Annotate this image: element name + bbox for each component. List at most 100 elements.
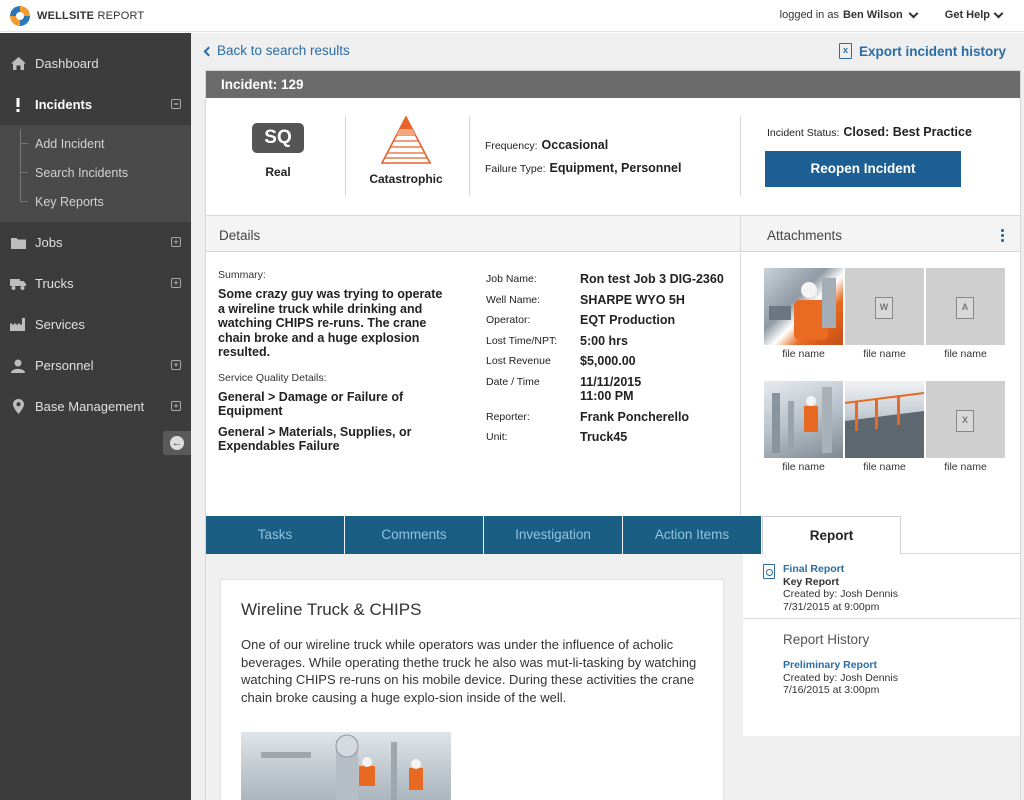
status-value: Closed: Best Practice (843, 125, 972, 139)
final-report-entry: Final Report Key Report Created by: Josh… (783, 563, 898, 613)
photo-plant-icon (772, 387, 832, 453)
attachment-thumbnail[interactable]: X (926, 381, 1005, 458)
chevron-down-icon[interactable] (908, 8, 919, 18)
user-menu[interactable]: Ben Wilson (843, 9, 903, 21)
collapse-sidebar-button[interactable]: ← (163, 431, 191, 455)
severity-indicator: Catastrophic (361, 116, 451, 186)
main-content: Back to search results x Export incident… (191, 33, 1024, 800)
expand-plus-icon[interactable]: + (171, 401, 181, 411)
divider (345, 116, 346, 196)
expand-plus-icon[interactable]: + (171, 278, 181, 288)
status-label: Incident Status: (767, 127, 840, 139)
created-date: 7/16/2015 at 3:00pm (783, 684, 880, 696)
report-area: Wireline Truck & CHIPS One of our wireli… (206, 554, 1020, 800)
tab-report[interactable]: Report (762, 516, 901, 555)
photo-worker-icon (769, 278, 836, 340)
report-card: Wireline Truck & CHIPS One of our wireli… (220, 579, 724, 800)
sidebar-item-services[interactable]: Services (0, 304, 191, 345)
home-icon (10, 57, 26, 70)
incident-summary-row: SQ Real Catastrophic Frequency: Occasion… (206, 98, 1020, 216)
map-pin-icon (10, 399, 26, 414)
photo-plant-icon (261, 734, 423, 800)
tab-comments[interactable]: Comments (345, 516, 484, 554)
exclamation-icon (10, 97, 26, 112)
tab-tasks[interactable]: Tasks (206, 516, 345, 554)
field-row: Lost Time/NPT: 5:00 hrs (486, 333, 628, 348)
sq-badge: SQ (252, 123, 304, 153)
expand-plus-icon[interactable]: + (171, 237, 181, 247)
person-icon (10, 359, 26, 373)
sq-detail-item: General > Damage or Failure of Equipment (218, 389, 404, 419)
incident-tabs: Tasks Comments Investigation Action Item… (206, 516, 1020, 555)
sidebar-item-trucks[interactable]: Trucks + (0, 263, 191, 304)
word-doc-icon: W (875, 297, 893, 319)
more-options-icon[interactable] (1001, 228, 1004, 242)
factory-icon (10, 318, 26, 331)
attachment-thumbnail[interactable]: W (845, 268, 924, 345)
excel-icon: X (956, 410, 974, 432)
sidebar-item-label: Jobs (35, 235, 63, 250)
photo-yard-icon (844, 392, 925, 458)
details-body: Summary: Some crazy guy was trying to op… (206, 253, 740, 515)
back-to-search-link[interactable]: Back to search results (203, 43, 350, 58)
attachment-thumbnail[interactable]: A (926, 268, 1005, 345)
attachment-thumbnail[interactable] (764, 268, 843, 345)
tab-investigation[interactable]: Investigation (484, 516, 623, 554)
attachments-body: file name W file name A file name file n… (740, 253, 1020, 515)
preliminary-report-link[interactable]: Preliminary Report (783, 659, 898, 672)
report-body: One of our wireline truck while operator… (241, 637, 697, 705)
get-help-menu[interactable]: Get Help (945, 9, 990, 21)
created-by: Created by: Josh Dennis (783, 671, 898, 684)
created-date: 7/31/2015 at 9:00pm (783, 600, 880, 613)
attachment-file-name: file name (863, 348, 906, 360)
attachment-file-name: file name (863, 461, 906, 473)
sidebar-item-label: Services (35, 317, 85, 332)
sidebar-subitem-add-incident[interactable]: Add Incident (0, 129, 191, 158)
attachment-file-name: file name (944, 348, 987, 360)
report-history-heading: Report History (783, 632, 870, 647)
report-title: Wireline Truck & CHIPS (241, 600, 422, 619)
tab-action-items[interactable]: Action Items (623, 516, 762, 554)
failure-type-value: Equipment, Personnel (549, 161, 682, 175)
attachment-file-name: file name (782, 461, 825, 473)
logo[interactable]: WELLSITE REPORT (10, 6, 144, 26)
frequency-value: Occasional (541, 138, 609, 152)
collapse-minus-icon[interactable]: − (171, 99, 181, 109)
sidebar-item-label: Base Management (35, 399, 145, 414)
divider (743, 618, 1020, 619)
incident-title: Incident: 129 (206, 71, 1020, 98)
field-row: Unit: Truck45 (486, 430, 628, 444)
sidebar-item-jobs[interactable]: Jobs + (0, 222, 191, 263)
chevron-down-icon[interactable] (993, 8, 1004, 18)
sidebar-item-incidents[interactable]: Incidents − (0, 84, 191, 125)
failure-type-label: Failure Type: (485, 163, 546, 175)
summary-text: Some crazy guy was trying to operate a w… (218, 287, 443, 359)
sidebar: Dashboard Incidents − Add Incident Searc… (0, 33, 191, 800)
pdf-icon: A (956, 297, 974, 319)
preliminary-report-entry: Preliminary Report Created by: Josh Denn… (783, 659, 898, 697)
sidebar-subitem-search-incidents[interactable]: Search Incidents (0, 158, 191, 187)
attachment-thumbnail[interactable] (764, 381, 843, 458)
attachment-thumbnail[interactable] (844, 381, 925, 458)
pdf-file-icon (763, 564, 775, 579)
attachment-file-name: file name (782, 348, 825, 360)
reopen-incident-button[interactable]: Reopen Incident (765, 151, 961, 187)
sidebar-item-label: Trucks (35, 276, 74, 291)
chevron-left-icon (203, 46, 214, 57)
attachment-file-name: file name (944, 461, 987, 473)
sidebar-subitem-key-reports[interactable]: Key Reports (0, 187, 191, 216)
user-area: logged in as Ben Wilson Get Help (779, 8, 1004, 21)
job-info-column: Job Name: Ron test Job 3 DIG-2360 Well Na… (486, 272, 746, 451)
sidebar-item-base-management[interactable]: Base Management + (0, 386, 191, 427)
field-row: Date / Time 11/11/2015 11:00 PM (486, 374, 642, 404)
sidebar-item-personnel[interactable]: Personnel + (0, 345, 191, 386)
incident-status: Incident Status: Closed: Best Practice (767, 125, 972, 139)
sidebar-item-dashboard[interactable]: Dashboard (0, 43, 191, 84)
final-report-link[interactable]: Final Report (783, 563, 898, 576)
expand-plus-icon[interactable]: + (171, 360, 181, 370)
export-incident-history-link[interactable]: x Export incident history (838, 43, 1006, 59)
field-row: Operator: EQT Production (486, 313, 676, 327)
attachments-heading: Attachments (740, 216, 1020, 252)
field-row: Job Name: Ron test Job 3 DIG-2360 (486, 272, 724, 286)
logged-in-prefix: logged in as (779, 9, 839, 21)
